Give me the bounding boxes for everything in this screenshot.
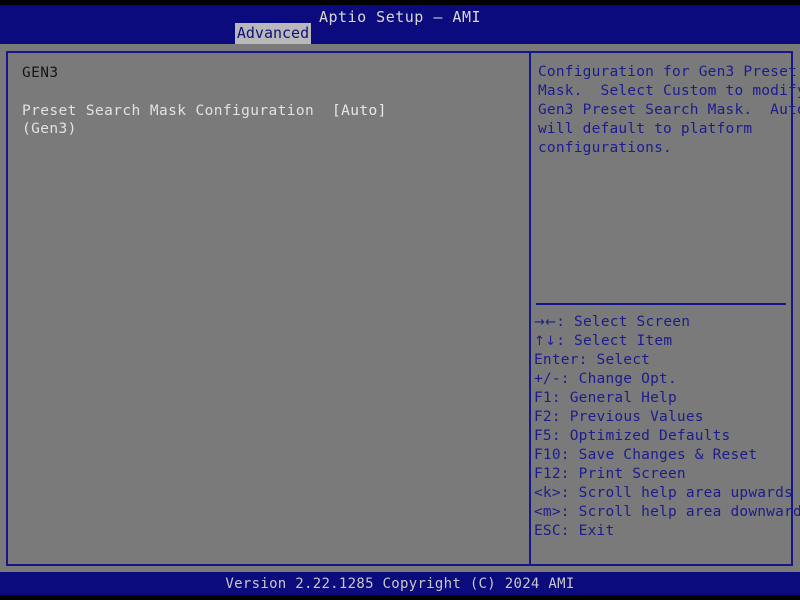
help-line: Configuration for Gen3 Preset [538,64,797,80]
key-legend-select-item: ↑↓: Select Item [534,332,790,351]
key-legend-label: : Change Opt. [560,371,677,387]
key-legend-glyph: Enter [534,352,579,368]
key-legend-list: →←: Select Screen ↑↓: Select Item Enter:… [534,313,800,541]
footer-version-text: Version 2.22.1285 Copyright (C) 2024 AMI [225,576,575,592]
key-legend-scroll-up: <k>: Scroll help area upwards [534,484,793,503]
key-legend-change-opt: +/-: Change Opt. [534,370,790,389]
help-line: configurations. [538,140,672,156]
key-legend-label: : Scroll help area upwards [560,485,793,501]
key-legend-glyph: F12 [534,466,561,482]
key-legend-label: : Exit [560,523,615,539]
key-legend-f12: F12: Print Screen [534,465,790,484]
help-panel: Configuration for Gen3 Preset Mask. Sele… [534,55,800,562]
key-legend-label: : Print Screen [560,466,686,482]
key-legend-glyph: F10 [534,447,561,463]
key-legend-glyph: <k> [534,485,561,501]
key-legend-glyph: F1 [534,390,552,406]
key-legend-f5: F5: Optimized Defaults [534,427,790,446]
arrow-up-down-icon: ↑↓ [534,334,557,349]
tab-advanced[interactable]: Advanced [235,23,311,44]
key-legend-label: : General Help [551,390,677,406]
key-legend-label: : Save Changes & Reset [560,447,758,463]
key-legend-select-screen: →←: Select Screen [534,313,790,332]
key-legend-glyph: +/- [534,371,561,387]
key-legend-glyph: ESC [534,523,561,539]
key-legend-glyph: F5 [534,428,552,444]
bios-setup-screen: Aptio Setup – AMI Advanced GEN3 Preset S… [0,0,800,600]
key-legend-label: : Optimized Defaults [551,428,731,444]
key-legend-f10: F10: Save Changes & Reset [534,446,790,465]
frame-border-left [6,51,8,566]
setting-value-preset-search-mask[interactable]: [Auto] [332,103,387,119]
key-legend-esc: ESC: Exit [534,522,790,541]
help-line: will default to platform [538,121,753,137]
help-line: Gen3 Preset Search Mask. Auto [538,102,800,118]
key-legend-label: : Scroll help area downwards [560,504,800,520]
key-legend-f1: F1: General Help [534,389,790,408]
menu-tab-strip: Advanced [0,23,800,44]
help-divider [536,303,786,305]
arrow-left-right-icon: →← [534,315,557,330]
key-legend-label: : Select [578,352,651,368]
setting-label-continuation: (Gen3) [22,121,77,137]
bottom-black-strip [0,595,800,600]
key-legend-label: : Previous Values [551,409,704,425]
help-line: Mask. Select Custom to modify [538,83,800,99]
frame-border-bottom [6,564,793,566]
key-legend-glyph: <m> [534,504,561,520]
key-legend-glyph: F2 [534,409,552,425]
key-legend-scroll-down: <m>: Scroll help area downwards [534,503,800,522]
frame-border-top [6,51,793,53]
key-legend-label: : Select Item [556,333,673,349]
setting-label: Preset Search Mask Configuration [22,103,315,119]
key-legend-label: : Select Screen [556,314,691,330]
settings-group-heading: GEN3 [22,65,59,81]
key-legend-f2: F2: Previous Values [534,408,790,427]
settings-panel: GEN3 Preset Search Mask Configuration (G… [10,55,527,562]
key-legend-enter: Enter: Select [534,351,790,370]
help-description: Configuration for Gen3 Preset Mask. Sele… [538,63,800,158]
panel-divider [529,51,531,566]
